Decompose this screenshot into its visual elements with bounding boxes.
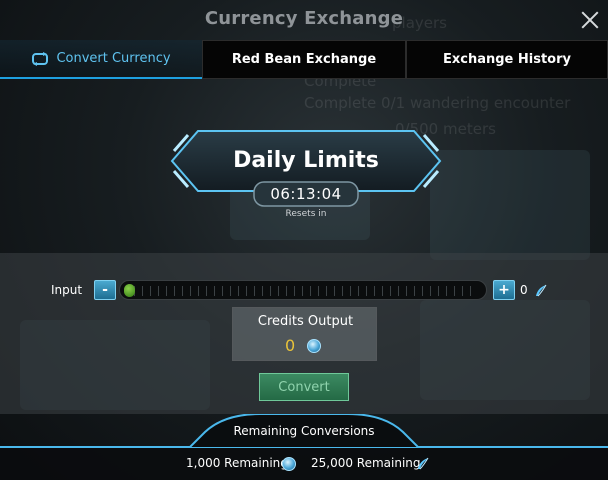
remaining-conversions-header: Remaining Conversions (0, 414, 608, 448)
window-title: Currency Exchange (204, 8, 404, 29)
remaining-row: 1,000 Remaining 25,000 Remaining (0, 448, 608, 480)
decrease-button[interactable]: - (94, 280, 116, 300)
tab-red-bean-exchange[interactable]: Red Bean Exchange (202, 40, 406, 79)
slider-ticks (134, 286, 478, 296)
tab-convert-currency[interactable]: Convert Currency (0, 40, 202, 79)
credit-coin-icon (282, 457, 296, 471)
input-label: Input (51, 283, 83, 297)
tab-exchange-history[interactable]: Exchange History (406, 40, 608, 79)
resets-label: Resets in (285, 209, 327, 219)
slider-handle[interactable] (124, 284, 135, 297)
tab-label: Exchange History (442, 52, 571, 67)
close-icon[interactable] (581, 11, 599, 29)
daily-limits-badge: Daily Limits 06:13:04 Resets in (168, 123, 444, 223)
reset-timer: 06:13:04 (270, 185, 342, 203)
credit-coin-icon (307, 339, 321, 353)
input-amount: 0 (520, 283, 528, 297)
bg-text-2: Complete 0/1 wandering encounter (304, 94, 571, 112)
credits-output-box: Credits Output 0 (232, 307, 377, 361)
tab-label: Red Bean Exchange (231, 52, 377, 67)
increase-button[interactable]: + (493, 280, 515, 300)
tab-bar: Convert Currency Red Bean Exchange Excha… (0, 40, 608, 79)
feather-icon (416, 456, 430, 470)
daily-limits-title: Daily Limits (233, 148, 379, 173)
credits-remaining: 1,000 Remaining (186, 456, 288, 470)
credits-output-label: Credits Output (257, 314, 354, 329)
amount-slider[interactable] (119, 280, 487, 300)
convert-button[interactable]: Convert (259, 373, 349, 401)
feathers-remaining: 25,000 Remaining (311, 456, 421, 470)
feather-icon (534, 283, 548, 297)
remaining-conversions-title: Remaining Conversions (233, 424, 375, 438)
swap-arrows-icon (31, 51, 49, 66)
tab-label: Convert Currency (56, 51, 171, 66)
credits-output-value: 0 (285, 336, 296, 355)
